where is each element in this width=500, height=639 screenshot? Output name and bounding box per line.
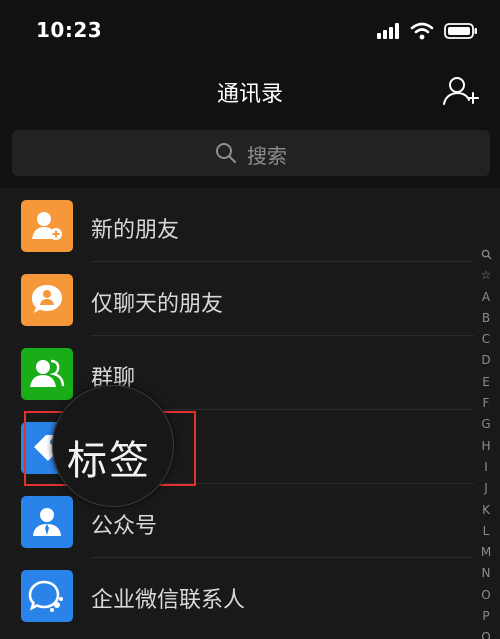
index-letter[interactable]: O: [478, 585, 494, 606]
index-letter[interactable]: I: [478, 457, 494, 478]
status-bar: 10:23: [0, 0, 500, 60]
status-icons: [376, 22, 478, 44]
list-item-label: 企业微信联系人: [91, 588, 246, 613]
index-letter[interactable]: K: [478, 500, 494, 521]
list-item-label: 公众号: [91, 514, 158, 539]
search-placeholder: 搜索: [247, 144, 287, 168]
header: 通讯录: [0, 60, 500, 120]
contacts-page: 10:23 通讯录 搜索 新的朋友 仅聊天的朋友 群聊 公众号 企业微信联系人 …: [0, 0, 500, 639]
search-icon: [215, 142, 237, 168]
search-bar[interactable]: 搜索: [12, 130, 490, 176]
index-letter[interactable]: J: [478, 478, 494, 499]
new-friend-icon: [21, 200, 73, 252]
index-letter[interactable]: C: [478, 329, 494, 350]
add-contact-icon: [442, 77, 480, 112]
index-letter[interactable]: G: [478, 414, 494, 435]
battery-icon: [444, 22, 478, 44]
signal-icon: [376, 22, 400, 44]
alphabet-index[interactable]: ☆ A B C D E F G H I J K L M N O P Q R: [478, 244, 494, 639]
work-contact-icon: [21, 570, 73, 622]
index-search-icon[interactable]: [478, 244, 494, 265]
list-item-label: 仅聊天的朋友: [91, 292, 224, 317]
index-letter[interactable]: F: [478, 393, 494, 414]
index-letter[interactable]: B: [478, 308, 494, 329]
index-letter[interactable]: A: [478, 287, 494, 308]
list-item-official-accounts[interactable]: 公众号: [0, 484, 474, 558]
list-item-group-chats[interactable]: 群聊: [0, 336, 474, 410]
index-letter[interactable]: P: [478, 606, 494, 627]
list-item-work-contacts[interactable]: 企业微信联系人: [0, 558, 474, 632]
index-letter[interactable]: H: [478, 436, 494, 457]
index-letter[interactable]: L: [478, 521, 494, 542]
list-item-new-friend[interactable]: 新的朋友: [0, 188, 474, 262]
index-star[interactable]: ☆: [478, 265, 494, 286]
page-title: 通讯录: [216, 82, 283, 107]
list-item-label: 新的朋友: [91, 218, 180, 243]
wifi-icon: [410, 22, 434, 44]
search-inner: 搜索: [12, 140, 490, 169]
index-letter[interactable]: Q: [478, 627, 494, 639]
group-chat-icon: [21, 348, 73, 400]
index-letter[interactable]: N: [478, 563, 494, 584]
chat-only-friend-icon: [21, 274, 73, 326]
official-account-icon: [21, 496, 73, 548]
status-time: 10:23: [36, 18, 103, 42]
index-letter[interactable]: D: [478, 350, 494, 371]
add-friend-button[interactable]: [442, 74, 480, 108]
magnifier-label: 标签: [67, 438, 151, 484]
index-letter[interactable]: E: [478, 372, 494, 393]
index-letter[interactable]: M: [478, 542, 494, 563]
list-item-chat-only-friends[interactable]: 仅聊天的朋友: [0, 262, 474, 336]
